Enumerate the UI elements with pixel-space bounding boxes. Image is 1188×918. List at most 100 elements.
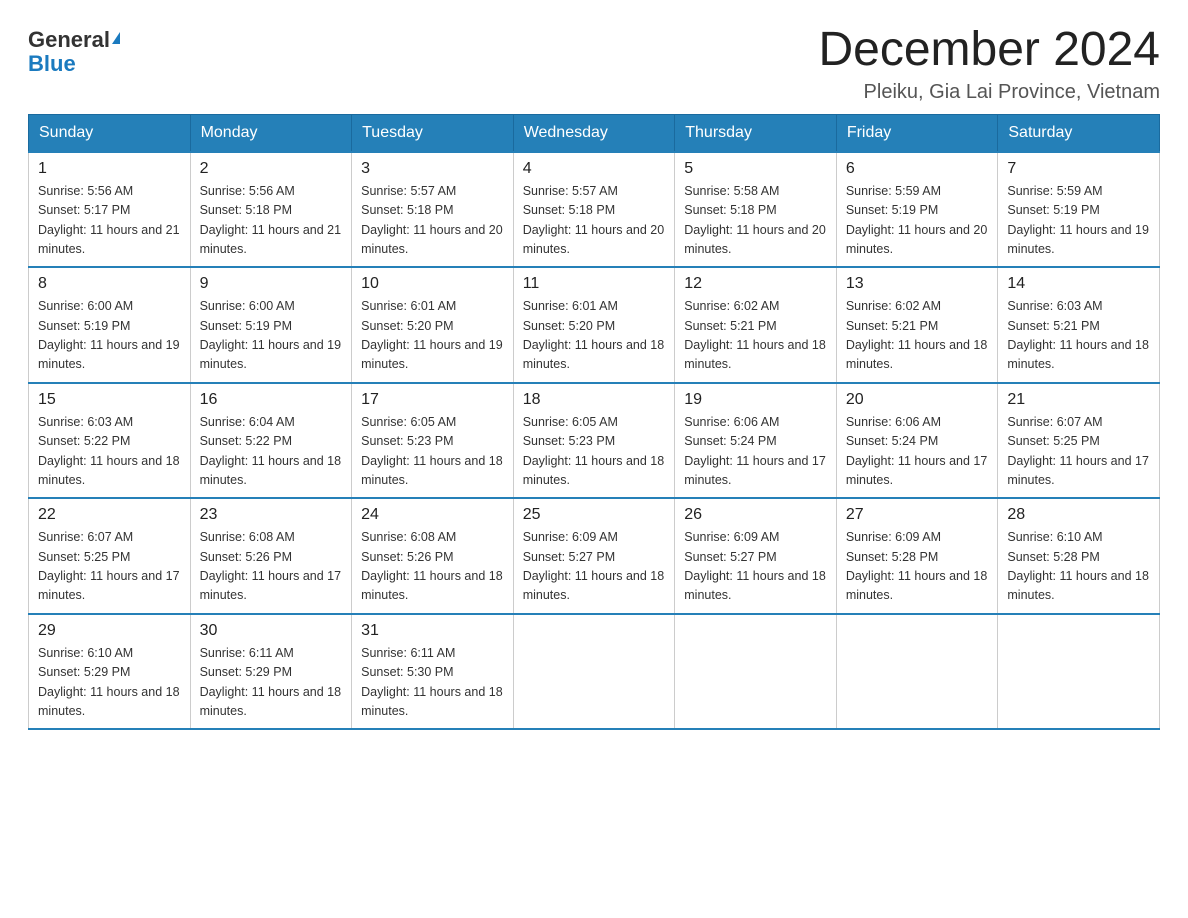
- day-info: Sunrise: 6:09 AMSunset: 5:27 PMDaylight:…: [523, 530, 665, 602]
- calendar-cell: 28 Sunrise: 6:10 AMSunset: 5:28 PMDaylig…: [998, 498, 1160, 614]
- day-number: 1: [38, 160, 181, 178]
- day-number: 14: [1007, 275, 1150, 293]
- logo-triangle-icon: [112, 32, 120, 44]
- day-number: 9: [200, 275, 343, 293]
- calendar-cell: 7 Sunrise: 5:59 AMSunset: 5:19 PMDayligh…: [998, 152, 1160, 268]
- day-number: 12: [684, 275, 827, 293]
- day-info: Sunrise: 6:11 AMSunset: 5:29 PMDaylight:…: [200, 646, 342, 718]
- calendar-cell: 13 Sunrise: 6:02 AMSunset: 5:21 PMDaylig…: [836, 267, 998, 383]
- calendar-week-row: 22 Sunrise: 6:07 AMSunset: 5:25 PMDaylig…: [29, 498, 1160, 614]
- day-info: Sunrise: 6:06 AMSunset: 5:24 PMDaylight:…: [684, 415, 826, 487]
- day-number: 5: [684, 160, 827, 178]
- day-number: 15: [38, 391, 181, 409]
- header-wednesday: Wednesday: [513, 114, 675, 152]
- calendar-cell: 19 Sunrise: 6:06 AMSunset: 5:24 PMDaylig…: [675, 383, 837, 499]
- day-number: 20: [846, 391, 989, 409]
- day-info: Sunrise: 6:04 AMSunset: 5:22 PMDaylight:…: [200, 415, 342, 487]
- calendar-cell: 6 Sunrise: 5:59 AMSunset: 5:19 PMDayligh…: [836, 152, 998, 268]
- calendar-week-row: 1 Sunrise: 5:56 AMSunset: 5:17 PMDayligh…: [29, 152, 1160, 268]
- weekday-header-row: Sunday Monday Tuesday Wednesday Thursday…: [29, 114, 1160, 152]
- day-number: 26: [684, 506, 827, 524]
- day-number: 7: [1007, 160, 1150, 178]
- day-number: 25: [523, 506, 666, 524]
- title-area: December 2024 Pleiku, Gia Lai Province, …: [818, 24, 1160, 104]
- logo-text: General Blue: [28, 28, 120, 76]
- calendar-cell: 23 Sunrise: 6:08 AMSunset: 5:26 PMDaylig…: [190, 498, 352, 614]
- day-info: Sunrise: 5:56 AMSunset: 5:18 PMDaylight:…: [200, 184, 342, 256]
- day-number: 6: [846, 160, 989, 178]
- day-info: Sunrise: 6:06 AMSunset: 5:24 PMDaylight:…: [846, 415, 988, 487]
- calendar-cell: 24 Sunrise: 6:08 AMSunset: 5:26 PMDaylig…: [352, 498, 514, 614]
- day-number: 31: [361, 622, 504, 640]
- header-monday: Monday: [190, 114, 352, 152]
- day-number: 22: [38, 506, 181, 524]
- day-info: Sunrise: 6:11 AMSunset: 5:30 PMDaylight:…: [361, 646, 503, 718]
- calendar-cell: 25 Sunrise: 6:09 AMSunset: 5:27 PMDaylig…: [513, 498, 675, 614]
- day-info: Sunrise: 6:00 AMSunset: 5:19 PMDaylight:…: [38, 299, 180, 371]
- calendar-cell: 8 Sunrise: 6:00 AMSunset: 5:19 PMDayligh…: [29, 267, 191, 383]
- page-header: General Blue December 2024 Pleiku, Gia L…: [28, 24, 1160, 104]
- calendar-cell: 10 Sunrise: 6:01 AMSunset: 5:20 PMDaylig…: [352, 267, 514, 383]
- day-info: Sunrise: 5:57 AMSunset: 5:18 PMDaylight:…: [361, 184, 503, 256]
- calendar-cell: 15 Sunrise: 6:03 AMSunset: 5:22 PMDaylig…: [29, 383, 191, 499]
- calendar-cell: [513, 614, 675, 730]
- day-info: Sunrise: 6:10 AMSunset: 5:29 PMDaylight:…: [38, 646, 180, 718]
- header-thursday: Thursday: [675, 114, 837, 152]
- calendar-cell: 3 Sunrise: 5:57 AMSunset: 5:18 PMDayligh…: [352, 152, 514, 268]
- day-info: Sunrise: 5:56 AMSunset: 5:17 PMDaylight:…: [38, 184, 180, 256]
- day-info: Sunrise: 6:01 AMSunset: 5:20 PMDaylight:…: [523, 299, 665, 371]
- calendar-cell: 12 Sunrise: 6:02 AMSunset: 5:21 PMDaylig…: [675, 267, 837, 383]
- calendar-cell: 16 Sunrise: 6:04 AMSunset: 5:22 PMDaylig…: [190, 383, 352, 499]
- day-info: Sunrise: 5:57 AMSunset: 5:18 PMDaylight:…: [523, 184, 665, 256]
- calendar-cell: 21 Sunrise: 6:07 AMSunset: 5:25 PMDaylig…: [998, 383, 1160, 499]
- day-number: 23: [200, 506, 343, 524]
- calendar-cell: 4 Sunrise: 5:57 AMSunset: 5:18 PMDayligh…: [513, 152, 675, 268]
- day-info: Sunrise: 6:09 AMSunset: 5:28 PMDaylight:…: [846, 530, 988, 602]
- day-number: 29: [38, 622, 181, 640]
- calendar-cell: 11 Sunrise: 6:01 AMSunset: 5:20 PMDaylig…: [513, 267, 675, 383]
- day-info: Sunrise: 6:05 AMSunset: 5:23 PMDaylight:…: [523, 415, 665, 487]
- calendar-cell: 9 Sunrise: 6:00 AMSunset: 5:19 PMDayligh…: [190, 267, 352, 383]
- day-info: Sunrise: 5:59 AMSunset: 5:19 PMDaylight:…: [846, 184, 988, 256]
- day-info: Sunrise: 6:08 AMSunset: 5:26 PMDaylight:…: [361, 530, 503, 602]
- day-number: 21: [1007, 391, 1150, 409]
- calendar-cell: 2 Sunrise: 5:56 AMSunset: 5:18 PMDayligh…: [190, 152, 352, 268]
- header-sunday: Sunday: [29, 114, 191, 152]
- calendar-week-row: 29 Sunrise: 6:10 AMSunset: 5:29 PMDaylig…: [29, 614, 1160, 730]
- calendar-week-row: 15 Sunrise: 6:03 AMSunset: 5:22 PMDaylig…: [29, 383, 1160, 499]
- calendar-cell: 18 Sunrise: 6:05 AMSunset: 5:23 PMDaylig…: [513, 383, 675, 499]
- day-number: 11: [523, 275, 666, 293]
- calendar-table: Sunday Monday Tuesday Wednesday Thursday…: [28, 114, 1160, 731]
- day-info: Sunrise: 5:58 AMSunset: 5:18 PMDaylight:…: [684, 184, 826, 256]
- calendar-cell: 30 Sunrise: 6:11 AMSunset: 5:29 PMDaylig…: [190, 614, 352, 730]
- calendar-cell: 17 Sunrise: 6:05 AMSunset: 5:23 PMDaylig…: [352, 383, 514, 499]
- day-info: Sunrise: 6:08 AMSunset: 5:26 PMDaylight:…: [200, 530, 342, 602]
- header-tuesday: Tuesday: [352, 114, 514, 152]
- day-number: 24: [361, 506, 504, 524]
- header-friday: Friday: [836, 114, 998, 152]
- day-info: Sunrise: 5:59 AMSunset: 5:19 PMDaylight:…: [1007, 184, 1149, 256]
- logo-general: General: [28, 27, 110, 52]
- day-info: Sunrise: 6:07 AMSunset: 5:25 PMDaylight:…: [38, 530, 180, 602]
- location-title: Pleiku, Gia Lai Province, Vietnam: [818, 81, 1160, 104]
- day-info: Sunrise: 6:03 AMSunset: 5:21 PMDaylight:…: [1007, 299, 1149, 371]
- logo-blue: Blue: [28, 51, 76, 76]
- calendar-cell: 20 Sunrise: 6:06 AMSunset: 5:24 PMDaylig…: [836, 383, 998, 499]
- day-info: Sunrise: 6:10 AMSunset: 5:28 PMDaylight:…: [1007, 530, 1149, 602]
- calendar-cell: 29 Sunrise: 6:10 AMSunset: 5:29 PMDaylig…: [29, 614, 191, 730]
- calendar-cell: [998, 614, 1160, 730]
- day-number: 19: [684, 391, 827, 409]
- logo: General Blue: [28, 24, 120, 76]
- day-number: 16: [200, 391, 343, 409]
- calendar-cell: 5 Sunrise: 5:58 AMSunset: 5:18 PMDayligh…: [675, 152, 837, 268]
- day-info: Sunrise: 6:02 AMSunset: 5:21 PMDaylight:…: [846, 299, 988, 371]
- day-number: 30: [200, 622, 343, 640]
- day-info: Sunrise: 6:01 AMSunset: 5:20 PMDaylight:…: [361, 299, 503, 371]
- day-info: Sunrise: 6:05 AMSunset: 5:23 PMDaylight:…: [361, 415, 503, 487]
- day-number: 4: [523, 160, 666, 178]
- day-number: 17: [361, 391, 504, 409]
- day-info: Sunrise: 6:03 AMSunset: 5:22 PMDaylight:…: [38, 415, 180, 487]
- header-saturday: Saturday: [998, 114, 1160, 152]
- calendar-cell: 14 Sunrise: 6:03 AMSunset: 5:21 PMDaylig…: [998, 267, 1160, 383]
- calendar-cell: 31 Sunrise: 6:11 AMSunset: 5:30 PMDaylig…: [352, 614, 514, 730]
